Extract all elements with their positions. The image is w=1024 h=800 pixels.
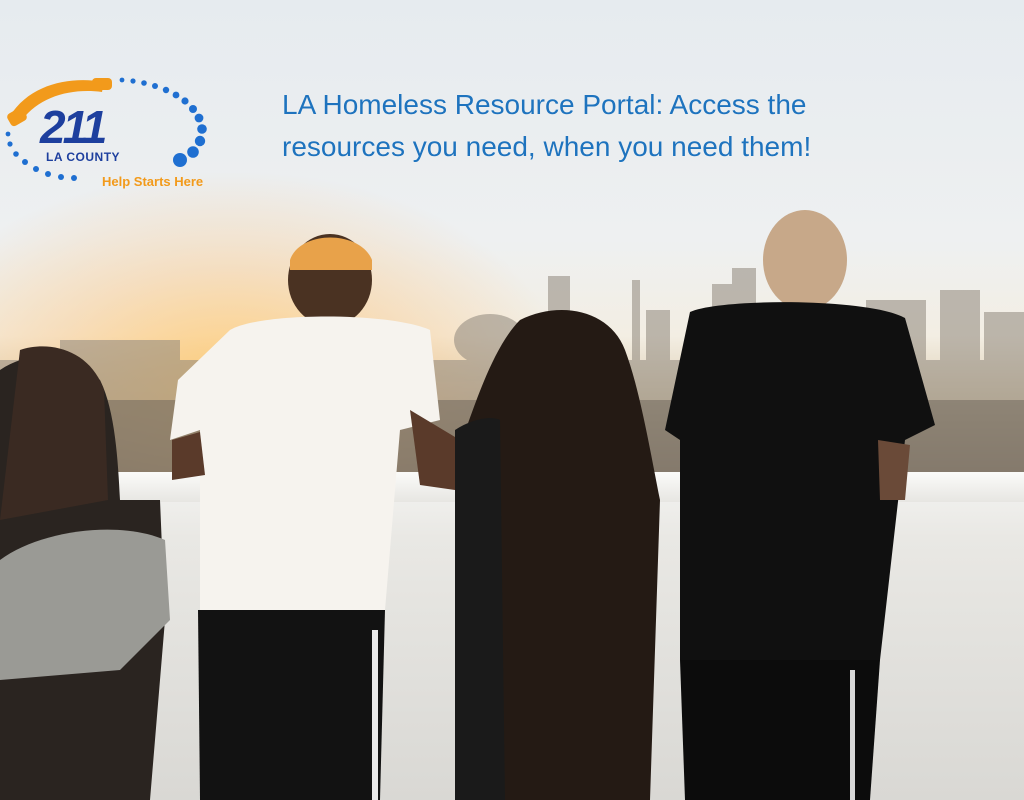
headline-line-2: resources you need, when you need them! [282, 131, 812, 162]
logo-211-la-county[interactable]: 211 LA COUNTY Help Starts Here [0, 70, 260, 200]
person-white-shirt [170, 234, 460, 800]
page-headline: LA Homeless Resource Portal: Access the … [282, 84, 1022, 168]
people-silhouettes [0, 210, 935, 800]
person-black-shirt [665, 210, 935, 800]
headline-line-1: LA Homeless Resource Portal: Access the [282, 89, 807, 120]
person-left [0, 346, 170, 800]
person-long-hair [455, 310, 660, 800]
logo-tagline: Help Starts Here [102, 174, 204, 189]
logo-number: 211 [40, 101, 107, 153]
logo-region: LA COUNTY [46, 150, 121, 164]
